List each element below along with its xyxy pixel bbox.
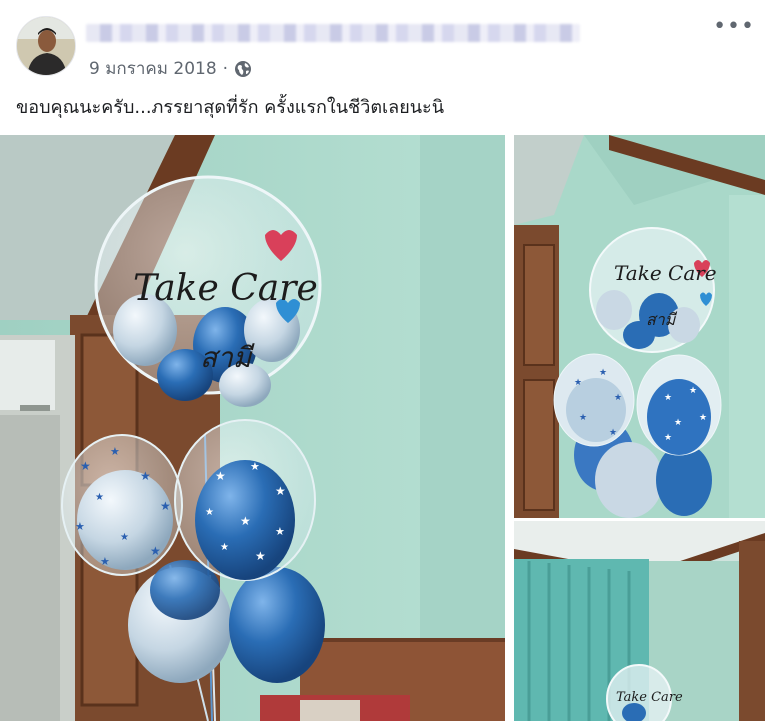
svg-text:★: ★ — [574, 378, 582, 388]
photo-bottom-right[interactable]: Take Care — [514, 521, 765, 721]
svg-text:★: ★ — [255, 549, 266, 563]
svg-text:★: ★ — [75, 520, 85, 533]
svg-text:★: ★ — [140, 469, 151, 483]
balloon-text-line1: Take Care — [614, 261, 717, 285]
svg-text:★: ★ — [240, 514, 251, 528]
svg-text:★: ★ — [205, 507, 214, 518]
star-balloon-right: ★ ★ ★ ★ ★ ★ ★ ★ — [174, 419, 316, 581]
photo-bottom-right-image: Take Care — [514, 521, 765, 721]
svg-text:★: ★ — [95, 492, 104, 503]
svg-text:★: ★ — [579, 413, 587, 423]
post-meta: 9 มกราคม 2018 · — [89, 55, 252, 82]
star-balloon-left: ★ ★ ★ ★ ★ ★ ★ ★ ★ — [61, 434, 183, 576]
svg-text:★: ★ — [689, 386, 697, 396]
more-options-icon[interactable]: ••• — [713, 14, 755, 39]
svg-text:★: ★ — [215, 469, 226, 483]
photo-main-image: ★ ★ ★ ★ ★ ★ ★ ★ ★ ★ ★ ★ ★ ★ ★ ★ ★ Take Care สามี — [0, 135, 511, 721]
photo-top-right-image: ★★★ ★★ ★★★ ★★ Take Care สามี — [514, 135, 765, 518]
facebook-post: 9 มกราคม 2018 · ••• ขอบคุณนะครับ...ภรรยา… — [0, 0, 765, 721]
avatar-photo — [17, 17, 75, 75]
svg-text:★: ★ — [664, 433, 672, 443]
globe-icon[interactable] — [234, 60, 252, 78]
balloon-text-line2: สามี — [200, 341, 255, 374]
balloon-text-line1: Take Care — [133, 268, 318, 309]
svg-text:★: ★ — [699, 413, 707, 423]
svg-text:★: ★ — [220, 542, 229, 553]
svg-text:★: ★ — [674, 418, 682, 428]
author-name-blurred[interactable] — [86, 24, 580, 42]
svg-text:★: ★ — [110, 445, 120, 458]
svg-text:★: ★ — [664, 393, 672, 403]
svg-text:★: ★ — [599, 368, 607, 378]
svg-text:★: ★ — [275, 525, 285, 538]
photo-grid: ★ ★ ★ ★ ★ ★ ★ ★ ★ ★ ★ ★ ★ ★ ★ ★ ★ Take C… — [0, 135, 765, 721]
svg-text:★: ★ — [160, 499, 171, 513]
svg-text:★: ★ — [120, 532, 129, 543]
svg-text:★: ★ — [275, 484, 286, 498]
svg-text:★: ★ — [609, 428, 617, 438]
balloon-text-line2: สามี — [646, 310, 677, 329]
post-header: 9 มกราคม 2018 · ••• — [0, 0, 765, 85]
photo-top-right[interactable]: ★ ★ ★ ★ ★ ★ ★ ★ ★ ★ Take Care สามี — [514, 135, 765, 518]
balloon-text-line1: Take Care — [616, 690, 683, 705]
svg-text:★: ★ — [80, 459, 91, 473]
meta-separator: · — [222, 58, 229, 79]
post-date[interactable]: 9 มกราคม 2018 — [89, 55, 217, 82]
svg-text:★: ★ — [100, 555, 110, 568]
svg-text:★: ★ — [614, 393, 622, 403]
photo-main[interactable]: ★ ★ ★ ★ ★ ★ ★ ★ ★ ★ ★ ★ ★ ★ ★ ★ ★ Take C… — [0, 135, 511, 721]
svg-text:★: ★ — [150, 544, 161, 558]
svg-text:★: ★ — [250, 460, 260, 473]
author-avatar[interactable] — [16, 16, 76, 76]
post-caption: ขอบคุณนะครับ...ภรรยาสุดที่รัก ครั้งแรกใน… — [16, 97, 445, 118]
